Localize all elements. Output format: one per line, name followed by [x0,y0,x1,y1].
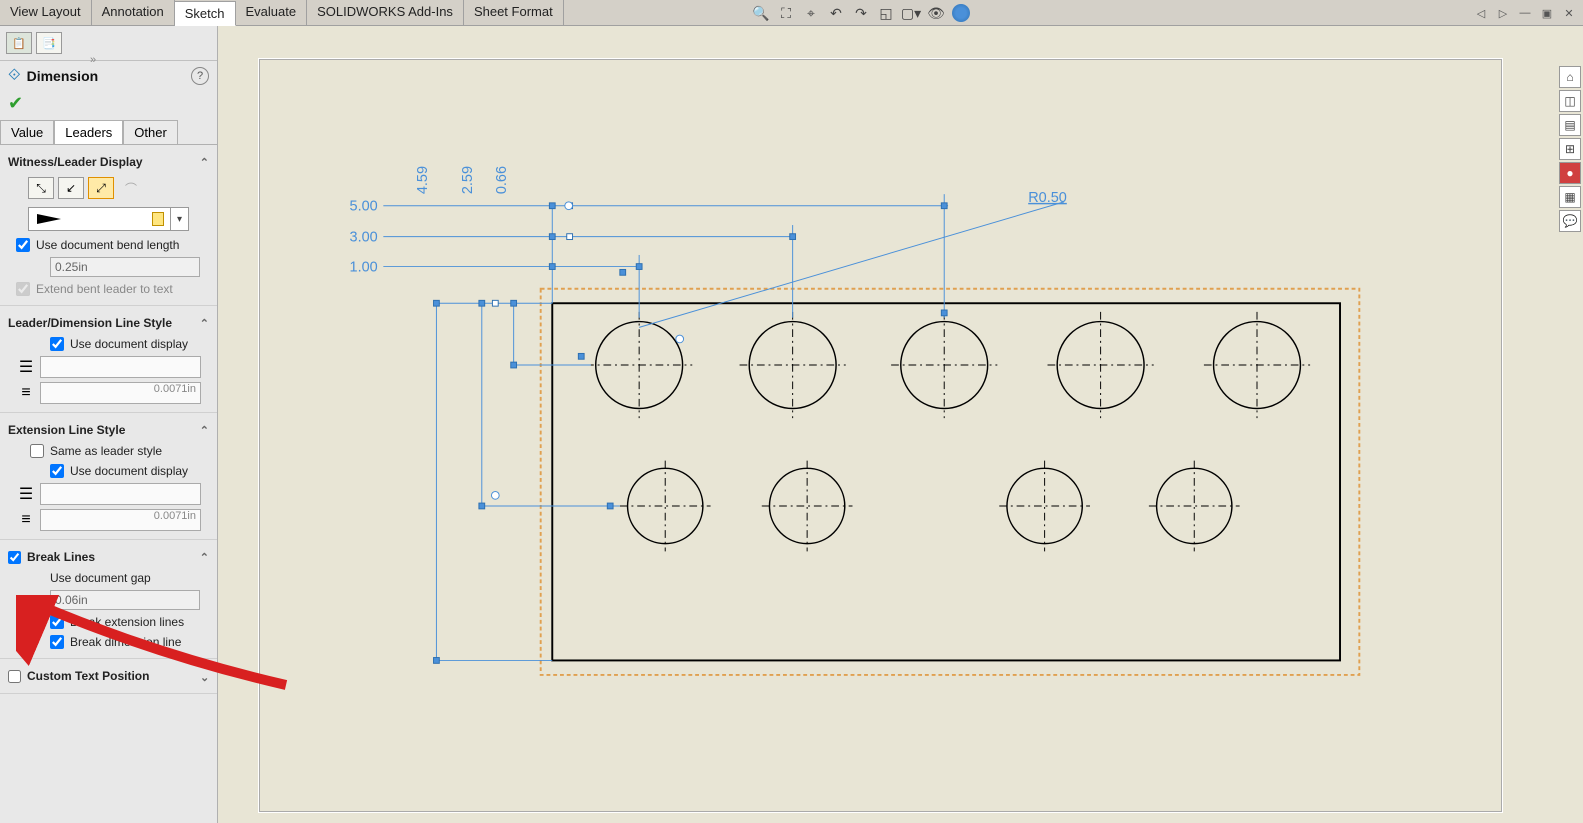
expand-handle-icon[interactable]: » [90,54,96,66]
arrow-style-select[interactable]: ▾ [28,207,189,231]
rotate-icon[interactable]: ↶ [825,2,847,24]
tab-sketch[interactable]: Sketch [175,1,236,26]
display-style-icon[interactable]: ▢▾ [900,2,922,24]
linetype-icon: ☰ [16,357,36,377]
section-witness-header[interactable]: Witness/Leader Display⌃ [8,151,209,173]
dim-r[interactable]: R0.50 [1028,190,1067,206]
appearances-icon[interactable]: ● [1559,162,1581,184]
feature-tree-icon[interactable]: 📋 [6,32,32,54]
linetype-select [40,356,201,378]
leader-none-icon[interactable]: ⤢ [88,177,114,199]
extend-bent-checkbox: Extend bent leader to text [8,279,209,299]
tab-evaluate[interactable]: Evaluate [236,0,308,25]
tab-annotation[interactable]: Annotation [92,0,175,25]
ext-lineweight-icon: ≡ [16,510,36,530]
redo-view-icon[interactable]: ↷ [850,2,872,24]
dim-v459[interactable]: 4.59 [415,166,431,194]
config-tree-icon[interactable]: 📑 [36,32,62,54]
zoom-select-icon[interactable]: ⌖ [800,2,822,24]
lineweight-select: 0.0071in [40,382,201,404]
window-next-icon[interactable]: ▷ [1493,3,1513,23]
use-doc-gap-checkbox[interactable]: Use document gap [8,568,209,588]
window-prev-icon[interactable]: ◁ [1471,3,1491,23]
forum-icon[interactable]: 💬 [1559,210,1581,232]
window-controls: ◁ ▷ — ▣ ✕ [1471,0,1579,26]
break-dim-checkbox[interactable]: Break dimension line [8,632,209,652]
leader-bent-icon[interactable]: ↙ [58,177,84,199]
subtab-other[interactable]: Other [123,120,178,144]
dimension-icon: ⟐ [8,67,21,85]
drawing-canvas[interactable]: 5.00 3.00 1.00 R0.50 4.59 2.59 0.66 ⌂ ◫ … [218,26,1583,823]
ok-icon[interactable]: ✔ [0,91,217,116]
library-icon[interactable]: ◫ [1559,90,1581,112]
task-pane-tabs: ⌂ ◫ ▤ ⊞ ● ▦ 💬 [1559,66,1581,232]
break-ext-checkbox[interactable]: Break extension lines [8,612,209,632]
gap-field [50,590,200,610]
dim-1[interactable]: 1.00 [350,259,378,275]
appearance-icon[interactable] [950,2,972,24]
ribbon-tabs: View Layout Annotation Sketch Evaluate S… [0,0,1583,26]
ext-use-doc-checkbox[interactable]: Use document display [8,461,209,481]
view-palette-icon[interactable]: ⊞ [1559,138,1581,160]
zoom-fit-icon[interactable]: 🔍 [750,2,772,24]
lineweight-icon: ≡ [16,383,36,403]
restore-icon[interactable]: ▣ [1537,3,1557,23]
custom-props-icon[interactable]: ▦ [1559,186,1581,208]
minimize-icon[interactable]: — [1515,3,1535,23]
section-ext-style-header[interactable]: Extension Line Style⌃ [8,419,209,441]
bend-length-checkbox[interactable]: Use document bend length [8,235,209,255]
tab-view-layout[interactable]: View Layout [0,0,92,25]
section-view-icon[interactable]: ◱ [875,2,897,24]
dim-3[interactable]: 3.00 [350,229,378,245]
leader-arc-icon: ⌒ [118,177,144,199]
ext-lineweight-select: 0.0071in [40,509,201,531]
tab-sheet-format[interactable]: Sheet Format [464,0,564,25]
resources-icon[interactable]: ▤ [1559,114,1581,136]
section-break-lines-header[interactable]: Break Lines⌃ [8,546,209,568]
panel-title: Dimension [27,68,185,84]
drawing-view: 5.00 3.00 1.00 R0.50 4.59 2.59 0.66 [259,59,1502,812]
close-icon[interactable]: ✕ [1559,3,1579,23]
tab-addins[interactable]: SOLIDWORKS Add-Ins [307,0,464,25]
dim-v066[interactable]: 0.66 [494,166,510,194]
bend-length-field [50,257,200,277]
panel-sub-tabs: Value Leaders Other [0,120,217,145]
leader-angled-icon[interactable]: ⤡ [28,177,54,199]
subtab-leaders[interactable]: Leaders [54,120,123,144]
section-custom-text-header[interactable]: Custom Text Position⌃ [8,665,209,687]
property-manager: » 📋 📑 ⟐ Dimension ? ✔ Value Leaders Othe… [0,26,218,823]
dim-5[interactable]: 5.00 [350,199,378,215]
dim-v259[interactable]: 2.59 [460,166,476,194]
same-as-leader-checkbox[interactable]: Same as leader style [8,441,209,461]
leader-use-doc-checkbox[interactable]: Use document display [8,334,209,354]
ext-linetype-select [40,483,201,505]
viewport-toolbar: 🔍 ⛶ ⌖ ↶ ↷ ◱ ▢▾ 👁 [750,0,972,26]
sidebar-tab-icons: 📋 📑 [0,26,217,61]
help-icon[interactable]: ? [191,67,209,85]
home-icon[interactable]: ⌂ [1559,66,1581,88]
subtab-value[interactable]: Value [0,120,54,144]
zoom-area-icon[interactable]: ⛶ [775,2,797,24]
drawing-sheet: 5.00 3.00 1.00 R0.50 4.59 2.59 0.66 [258,58,1503,813]
ext-linetype-icon: ☰ [16,484,36,504]
hide-show-icon[interactable]: 👁 [925,2,947,24]
section-leader-style-header[interactable]: Leader/Dimension Line Style⌃ [8,312,209,334]
